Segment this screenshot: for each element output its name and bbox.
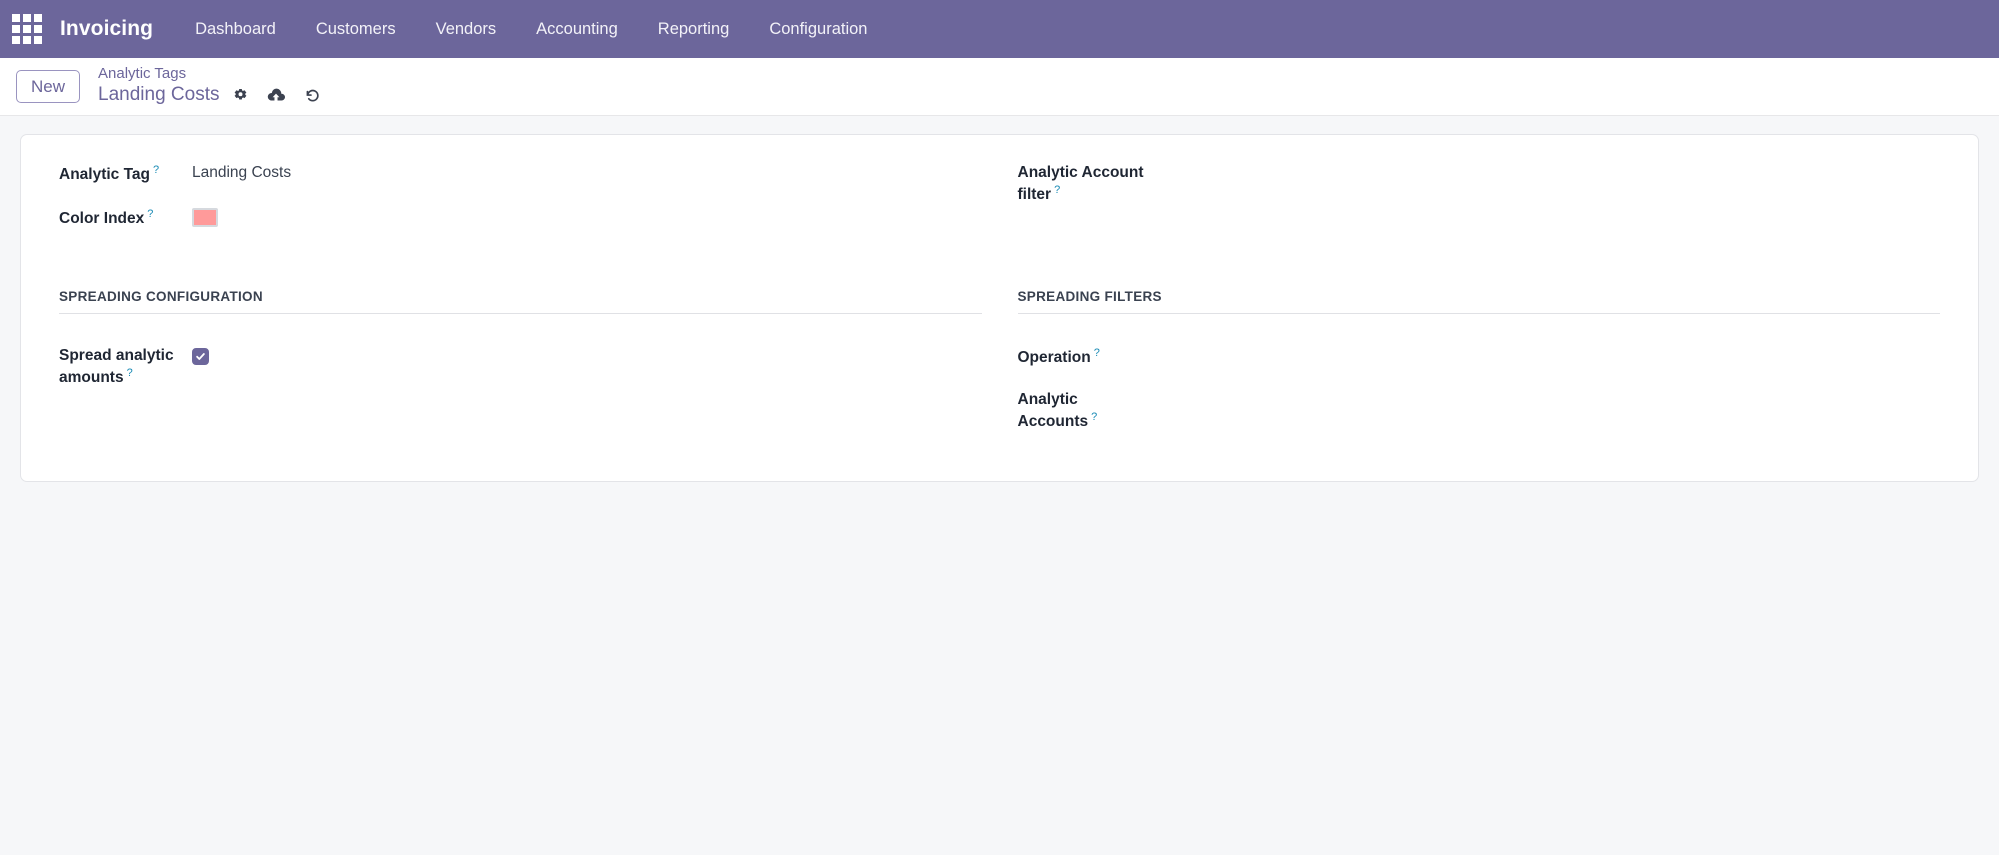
label-text: Analytic Account filter [1017,164,1144,204]
grid-cell [34,25,42,33]
group-spreading-filters: SPREADING FILTERS Operation? Analytic Ac… [1000,289,1959,451]
menu-item-dashboard[interactable]: Dashboard [175,0,296,58]
menu-item-accounting[interactable]: Accounting [516,0,638,58]
field-analytic-accounts: Analytic Accounts? [1018,388,1941,433]
section-title-spreading-configuration: SPREADING CONFIGURATION [59,289,982,314]
breadcrumb-parent-analytic-tags[interactable]: Analytic Tags [98,65,327,83]
field-operation: Operation? [1018,344,1941,370]
field-label-operation: Operation? [1018,344,1151,369]
grid-cell [23,14,31,22]
field-spread-analytic-amounts: Spread analytic amounts? [59,344,982,389]
menu-item-configuration[interactable]: Configuration [749,0,887,58]
field-label-analytic-accounts: Analytic Accounts? [1018,388,1151,433]
help-icon[interactable]: ? [147,208,153,220]
field-analytic-account-filter: Analytic Account filter? [1018,161,1941,206]
field-label-analytic-tag: Analytic Tag? [59,161,192,186]
help-icon[interactable]: ? [153,164,159,176]
menu-item-reporting[interactable]: Reporting [638,0,750,58]
section-title-spreading-filters: SPREADING FILTERS [1017,289,1940,314]
spread-analytic-amounts-checkbox[interactable] [192,348,209,365]
apps-grid-icon[interactable] [10,12,44,46]
form-column-left: Analytic Tag? Landing Costs Color Index? [41,161,1000,249]
field-label-spread-analytic-amounts: Spread analytic amounts? [59,344,192,389]
field-label-color-index: Color Index? [59,205,192,230]
help-icon[interactable]: ? [1094,347,1100,359]
breadcrumb-current-row: Landing Costs [98,82,327,108]
grid-cell [12,25,20,33]
menu-item-vendors[interactable]: Vendors [416,0,517,58]
control-panel: New Analytic Tags Landing Costs [0,58,1999,116]
label-text: Color Index [59,210,145,228]
breadcrumb: Analytic Tags Landing Costs [98,65,327,109]
sheet-container: Analytic Tag? Landing Costs Color Index?… [0,116,1999,483]
cloud-upload-icon[interactable] [261,82,291,108]
grid-cell [23,36,31,44]
grid-cell [12,14,20,22]
field-label-analytic-account-filter: Analytic Account filter? [1018,161,1151,206]
form-sheet: Analytic Tag? Landing Costs Color Index?… [20,134,1979,483]
grid-cell [23,25,31,33]
label-text: Spread analytic amounts [59,347,174,387]
field-analytic-tag: Analytic Tag? Landing Costs [59,161,982,187]
grid-cell [34,36,42,44]
top-navbar: Invoicing Dashboard Customers Vendors Ac… [0,0,1999,58]
help-icon[interactable]: ? [127,367,133,379]
field-color-index: Color Index? [59,205,982,231]
help-icon[interactable]: ? [1054,184,1060,196]
label-text: Operation [1017,349,1091,367]
grid-cell [12,36,20,44]
record-title: Landing Costs [98,84,220,106]
field-value-analytic-tag[interactable]: Landing Costs [192,161,291,183]
menu-item-customers[interactable]: Customers [296,0,416,58]
main-menu: Dashboard Customers Vendors Accounting R… [175,0,887,58]
color-index-swatch[interactable] [192,208,218,227]
gear-icon[interactable] [225,82,255,108]
grid-cell [34,14,42,22]
label-text: Analytic Accounts [1017,391,1089,431]
help-icon[interactable]: ? [1091,411,1097,423]
undo-icon[interactable] [297,82,327,108]
label-text: Analytic Tag [59,166,151,184]
form-column-right: Analytic Account filter? [1000,161,1959,224]
form-bottom-columns: SPREADING CONFIGURATION Spread analytic … [41,289,1958,451]
new-button[interactable]: New [16,70,81,103]
group-spreading-configuration: SPREADING CONFIGURATION Spread analytic … [41,289,1000,407]
app-brand-invoicing[interactable]: Invoicing [54,17,175,41]
form-top-columns: Analytic Tag? Landing Costs Color Index?… [41,161,1958,249]
